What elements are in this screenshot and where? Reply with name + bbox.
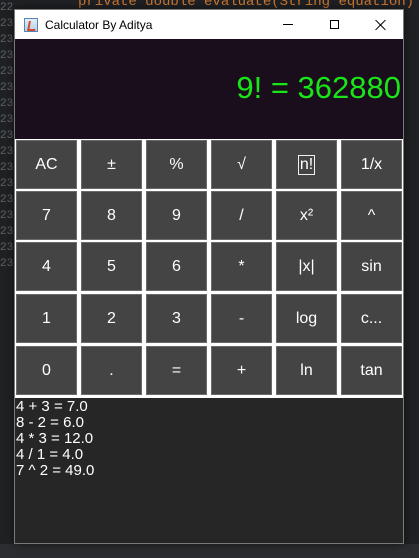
key-6[interactable]: 6 xyxy=(146,242,207,291)
key-equals[interactable]: = xyxy=(146,346,207,395)
keypad: AC ± % √ n! 1/x 7 8 9 / x² ^ 4 5 6 * |x|… xyxy=(15,139,403,398)
gutter-line: 23 xyxy=(0,50,14,62)
key-factorial-label: n! xyxy=(297,154,316,175)
minimize-icon xyxy=(283,24,293,25)
key-divide[interactable]: / xyxy=(211,191,272,240)
key-percent[interactable]: % xyxy=(146,140,207,189)
gutter-line: 23 xyxy=(0,242,14,254)
key-plus-minus[interactable]: ± xyxy=(81,140,142,189)
history-entry: 4 / 1 = 4.0 xyxy=(16,446,84,463)
gutter-line: 23 xyxy=(0,130,14,142)
gutter-line: 23 xyxy=(0,194,14,206)
gutter-line: 23 xyxy=(0,98,14,110)
key-sqrt[interactable]: √ xyxy=(211,140,272,189)
maximize-button[interactable] xyxy=(311,10,357,39)
calculator-window: Calculator By Aditya 9! = 362880 AC ± % … xyxy=(14,9,404,544)
history-entry: 4 + 3 = 7.0 xyxy=(16,398,88,415)
key-2[interactable]: 2 xyxy=(81,294,142,343)
java-app-icon xyxy=(24,17,38,32)
gutter-line: 23 xyxy=(0,82,14,94)
gutter-line: 23 xyxy=(0,34,14,46)
key-abs[interactable]: |x| xyxy=(276,242,337,291)
key-ln[interactable]: ln xyxy=(276,346,337,395)
gutter-line: 23 xyxy=(0,146,14,158)
key-decimal[interactable]: . xyxy=(81,346,142,395)
key-4[interactable]: 4 xyxy=(16,242,77,291)
gutter-line: 23 xyxy=(0,178,14,190)
key-square[interactable]: x² xyxy=(276,191,337,240)
window-title: Calculator By Aditya xyxy=(45,17,153,32)
minimize-button[interactable] xyxy=(265,10,311,39)
key-tan[interactable]: tan xyxy=(341,346,402,395)
key-5[interactable]: 5 xyxy=(81,242,142,291)
close-icon xyxy=(375,19,386,30)
gutter-line: 23 xyxy=(0,66,14,78)
maximize-icon xyxy=(329,20,339,29)
key-8[interactable]: 8 xyxy=(81,191,142,240)
key-multiply[interactable]: * xyxy=(211,242,272,291)
display-text: 9! = 362880 xyxy=(236,70,401,105)
key-7[interactable]: 7 xyxy=(16,191,77,240)
key-cos[interactable]: c... xyxy=(341,294,402,343)
key-power[interactable]: ^ xyxy=(341,191,402,240)
history-entry: 4 * 3 = 12.0 xyxy=(16,430,94,447)
history-entry: 7 ^ 2 = 49.0 xyxy=(16,462,95,479)
key-add[interactable]: + xyxy=(211,346,272,395)
key-ac[interactable]: AC xyxy=(16,140,77,189)
key-0[interactable]: 0 xyxy=(16,346,77,395)
gutter-line: 23 xyxy=(0,258,14,270)
ide-line-gutter: 228 23 23 23 23 23 23 23 23 23 23 23 23 … xyxy=(0,0,14,558)
key-log[interactable]: log xyxy=(276,294,337,343)
gutter-line: 23 xyxy=(0,18,14,30)
key-1[interactable]: 1 xyxy=(16,294,77,343)
result-display: 9! = 362880 xyxy=(15,39,403,139)
key-sin[interactable]: sin xyxy=(341,242,402,291)
gutter-line: 228 xyxy=(0,2,14,14)
gutter-line: 23 xyxy=(0,226,14,238)
gutter-line: 23 xyxy=(0,210,14,222)
key-factorial[interactable]: n! xyxy=(276,140,337,189)
key-subtract[interactable]: - xyxy=(211,294,272,343)
title-bar[interactable]: Calculator By Aditya xyxy=(15,10,403,39)
key-3[interactable]: 3 xyxy=(146,294,207,343)
ide-status-strip xyxy=(0,544,419,558)
close-button[interactable] xyxy=(357,10,403,39)
key-reciprocal[interactable]: 1/x xyxy=(341,140,402,189)
history-panel[interactable]: 4 + 3 = 7.0 8 - 2 = 6.0 4 * 3 = 12.0 4 /… xyxy=(15,398,403,543)
history-entry: 8 - 2 = 6.0 xyxy=(16,414,84,431)
gutter-line: 23 xyxy=(0,162,14,174)
window-controls xyxy=(265,10,403,39)
gutter-line: 23 xyxy=(0,114,14,126)
key-9[interactable]: 9 xyxy=(146,191,207,240)
